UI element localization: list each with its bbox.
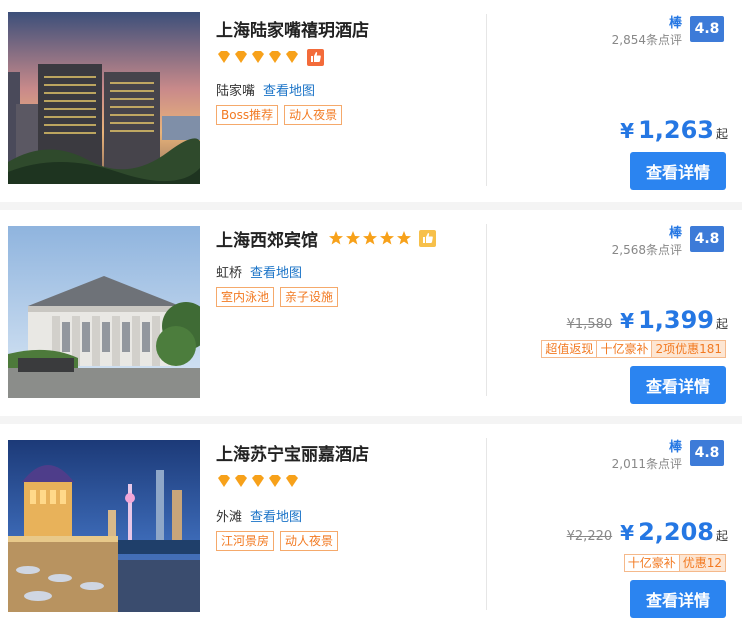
price: ¥2,220 ¥ 2,208 起	[567, 518, 728, 546]
promo-badges[interactable]: 十亿豪补 优惠12	[623, 554, 726, 572]
currency-symbol: ¥	[620, 119, 635, 143]
price: ¥1,580 ¥ 1,399 起	[567, 306, 728, 334]
review-count: 2,011条点评	[611, 457, 682, 471]
diamond-icon	[235, 51, 247, 63]
diamond-icon	[286, 51, 298, 63]
hotel-info: 上海西郊宾馆 虹桥 查看地图 室内泳池 亲子设施	[216, 224, 486, 307]
hotel-name[interactable]: 上海西郊宾馆	[216, 226, 318, 251]
diamond-icon	[269, 475, 281, 487]
hotel-stars	[328, 229, 436, 247]
view-map-link[interactable]: 查看地图	[250, 506, 302, 525]
score-badge: 4.8	[690, 440, 724, 466]
current-price: 1,263	[638, 116, 714, 144]
promo-badge: 十亿豪补	[597, 340, 653, 358]
view-map-link[interactable]: 查看地图	[263, 80, 315, 99]
currency-symbol: ¥	[620, 521, 635, 545]
diamond-icon	[218, 475, 230, 487]
district: 虹桥	[216, 266, 243, 281]
hotel-tag: 亲子设施	[280, 287, 339, 307]
district: 陆家嘴	[216, 84, 256, 99]
view-map-link[interactable]: 查看地图	[250, 262, 302, 281]
divider	[486, 224, 487, 396]
promo-badge: 2项优惠181	[652, 340, 726, 358]
hotel-photo[interactable]	[8, 226, 200, 398]
rating[interactable]: 棒 2,568条点评 4.8	[612, 226, 724, 258]
original-price: ¥1,580	[566, 317, 613, 332]
score-badge: 4.8	[690, 226, 724, 252]
hotel-tag: Boss推荐	[216, 105, 279, 125]
rating-word: 棒	[668, 440, 682, 455]
score-badge: 4.8	[690, 16, 724, 42]
rating[interactable]: 棒 2,011条点评 4.8	[612, 440, 724, 472]
thumbs-up-icon[interactable]	[419, 229, 436, 247]
price-suffix: 起	[715, 529, 728, 543]
hotel-diamonds	[216, 46, 486, 68]
thumbs-up-icon[interactable]	[307, 48, 324, 66]
view-details-button[interactable]: 查看详情	[630, 152, 726, 190]
hotel-diamonds	[216, 470, 486, 492]
hotel-name[interactable]: 上海陆家嘴禧玥酒店	[216, 16, 369, 41]
diamond-icon	[286, 475, 298, 487]
view-details-button[interactable]: 查看详情	[630, 580, 726, 618]
promo-badge: 优惠12	[679, 554, 726, 572]
current-price: 2,208	[638, 518, 714, 546]
currency-symbol: ¥	[620, 309, 635, 333]
hotel-tag: 江河景房	[216, 531, 275, 551]
promo-badge: 十亿豪补	[623, 554, 680, 572]
review-count: 2,568条点评	[611, 243, 682, 257]
hotel-card[interactable]: 上海陆家嘴禧玥酒店 陆家嘴 查看地图 Boss推荐 动人夜景 棒 2,854条点…	[0, 0, 742, 202]
rating-word: 棒	[668, 226, 682, 241]
promo-badge: 超值返现	[541, 340, 598, 358]
divider	[486, 14, 487, 186]
current-price: 1,399	[638, 306, 714, 334]
diamond-icon	[235, 475, 247, 487]
promo-badges[interactable]: 超值返现 十亿豪补 2项优惠181	[541, 340, 726, 358]
original-price: ¥2,220	[566, 529, 613, 544]
price-suffix: 起	[715, 127, 728, 141]
hotel-tag: 动人夜景	[284, 105, 343, 125]
hotel-info: 上海陆家嘴禧玥酒店 陆家嘴 查看地图 Boss推荐 动人夜景	[216, 14, 486, 125]
star-icon	[329, 231, 343, 245]
hotel-photo[interactable]	[8, 440, 200, 612]
star-icon	[346, 231, 360, 245]
hotel-tag: 室内泳池	[216, 287, 275, 307]
hotel-name[interactable]: 上海苏宁宝丽嘉酒店	[216, 440, 369, 465]
diamond-icon	[252, 475, 264, 487]
diamond-icon	[269, 51, 281, 63]
view-details-button[interactable]: 查看详情	[630, 366, 726, 404]
hotel-card[interactable]: 上海西郊宾馆 虹桥 查看地图 室内泳池 亲子设施 棒 2,568条点评 4.8 …	[0, 210, 742, 416]
star-icon	[380, 231, 394, 245]
hotel-info: 上海苏宁宝丽嘉酒店 外滩 查看地图 江河景房 动人夜景	[216, 438, 486, 551]
diamond-icon	[252, 51, 264, 63]
price: ¥ 1,263 起	[620, 116, 728, 144]
price-suffix: 起	[715, 317, 728, 331]
star-icon	[397, 231, 411, 245]
hotel-tag: 动人夜景	[280, 531, 339, 551]
diamond-icon	[218, 51, 230, 63]
rating-word: 棒	[668, 16, 682, 31]
district: 外滩	[216, 510, 243, 525]
hotel-photo[interactable]	[8, 12, 200, 184]
hotel-card[interactable]: 上海苏宁宝丽嘉酒店 外滩 查看地图 江河景房 动人夜景 棒 2,011条点评 4…	[0, 424, 742, 634]
review-count: 2,854条点评	[611, 33, 682, 47]
divider	[486, 438, 487, 610]
rating[interactable]: 棒 2,854条点评 4.8	[612, 16, 724, 48]
star-icon	[363, 231, 377, 245]
